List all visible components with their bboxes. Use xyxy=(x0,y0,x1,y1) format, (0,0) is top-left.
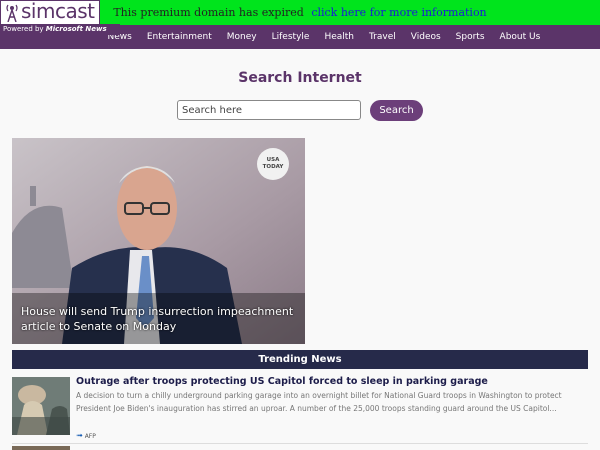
news-source: ➟ AFP xyxy=(76,431,96,440)
nav-item-travel[interactable]: Travel xyxy=(362,25,404,49)
badge-line-1: USA xyxy=(266,157,280,163)
search-input[interactable] xyxy=(177,100,361,120)
trending-news-header: Trending News xyxy=(12,350,588,369)
nav-item-videos[interactable]: Videos xyxy=(403,25,448,49)
banner-text: This premium domain has expired xyxy=(113,6,304,19)
news-headline[interactable]: Outrage after troops protecting US Capit… xyxy=(76,376,488,387)
hero-story[interactable]: USA TODAY House will send Trump insurrec… xyxy=(12,138,305,344)
logo-brand-text: simcast xyxy=(21,0,95,23)
source-arrow-icon: ➟ xyxy=(76,431,83,440)
news-thumbnail[interactable] xyxy=(12,377,70,435)
news-list-item[interactable]: Outrage after troops protecting US Capit… xyxy=(12,376,588,440)
search-title: Search Internet xyxy=(238,70,362,86)
nav-item-about-us[interactable]: About Us xyxy=(492,25,548,49)
search-button[interactable]: Search xyxy=(370,100,423,121)
nav-item-money[interactable]: Money xyxy=(219,25,264,49)
usa-today-logo: USA TODAY xyxy=(257,148,289,180)
powered-brand: Microsoft News xyxy=(45,25,107,33)
next-news-thumbnail[interactable] xyxy=(12,446,70,450)
nav-item-health[interactable]: Health xyxy=(317,25,362,49)
simcast-logo[interactable]: simcast Powered by Microsoft News xyxy=(0,0,120,35)
nav-item-entertainment[interactable]: Entertainment xyxy=(139,25,219,49)
badge-line-2: TODAY xyxy=(262,164,284,170)
news-divider xyxy=(12,443,588,444)
more-info-link[interactable]: click here for more information xyxy=(311,6,486,19)
nav-item-sports[interactable]: Sports xyxy=(448,25,492,49)
news-source-label: AFP xyxy=(84,433,96,440)
news-thumbnail-image xyxy=(12,377,70,435)
broadcast-tower-icon xyxy=(6,4,18,22)
powered-by-label: Powered by Microsoft News xyxy=(1,24,120,35)
hero-headline[interactable]: House will send Trump insurrection impea… xyxy=(21,304,301,334)
nav-menu: News Entertainment Money Lifestyle Healt… xyxy=(100,25,548,49)
powered-prefix: Powered by xyxy=(3,25,46,33)
nav-item-lifestyle[interactable]: Lifestyle xyxy=(264,25,317,49)
news-description: A decision to turn a chilly underground … xyxy=(76,391,562,413)
